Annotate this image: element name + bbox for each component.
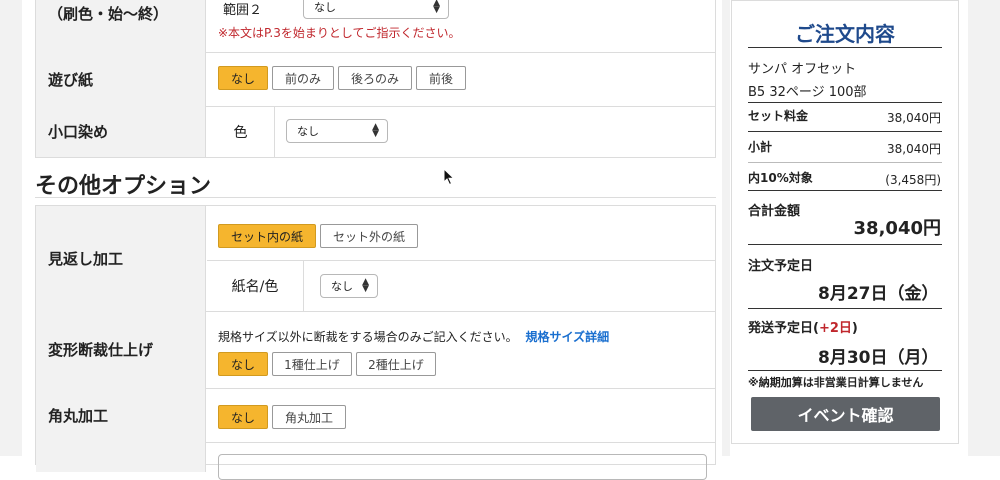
divider xyxy=(748,370,942,371)
koguchi-color-label: 色 xyxy=(233,124,248,141)
divider xyxy=(748,102,942,103)
order-date-value: 8月27日（金） xyxy=(818,284,939,304)
mikaeshi-paper-select[interactable]: なし ▲ ▼ xyxy=(320,274,378,298)
order-summary-title: ご注文内容 xyxy=(795,22,895,46)
order-date-label: 注文予定日 xyxy=(748,259,814,274)
divider xyxy=(748,162,942,163)
asobi-label: 遊び紙 xyxy=(48,70,94,89)
section-heading: その他オプション xyxy=(35,174,212,199)
henkei-label: 変形断裁仕上げ xyxy=(48,341,154,359)
next-row-partial xyxy=(36,442,715,480)
set-price-label: セット料金 xyxy=(748,109,809,123)
koguchi-color-select[interactable]: なし ▲ ▼ xyxy=(286,119,388,143)
mikaeshi-cell: セット内の紙 セット外の紙 紙名/色 なし ▲ ▼ xyxy=(207,206,715,311)
subtotal-label: 小計 xyxy=(748,140,773,154)
select-arrows-icon: ▲ ▼ xyxy=(362,277,369,294)
order-summary-panel: ご注文内容 サンパ オフセット B5 32ページ 100部 セット料金 38,0… xyxy=(731,0,959,444)
asobi-option-back[interactable]: 後ろのみ xyxy=(338,66,412,90)
asobi-row: 遊び紙 なし 前のみ 後ろのみ 前後 xyxy=(36,52,715,107)
asobi-option-both[interactable]: 前後 xyxy=(416,66,466,90)
koguchi-row: 小口染め 色 なし ▲ ▼ xyxy=(36,106,715,157)
henkei-note: 規格サイズ以外に断裁をする場合のみご記入ください。 xyxy=(218,330,518,344)
options-table-top: （刷色・始〜終） 範囲２ なし ▲ ▼ ※本文はP.3を始まりとしてご指示ください… xyxy=(35,0,716,158)
range-row: （刷色・始〜終） 範囲２ なし ▲ ▼ ※本文はP.3を始まりとしてご指示ください… xyxy=(36,0,715,53)
mikaeshi-label: 見返し加工 xyxy=(48,250,124,268)
henkei-option-2[interactable]: 2種仕上げ xyxy=(356,352,436,376)
tax-value: (3,458円) xyxy=(885,173,941,187)
mikaeshi-option-out-set[interactable]: セット外の紙 xyxy=(320,224,418,248)
henkei-option-1[interactable]: 1種仕上げ xyxy=(272,352,352,376)
select-arrows-icon: ▲ ▼ xyxy=(433,0,440,15)
divider xyxy=(748,244,942,245)
koguchi-cell: 色 なし ▲ ▼ xyxy=(207,106,715,157)
divider xyxy=(748,190,942,191)
tax-label: 内10%対象 xyxy=(748,171,813,185)
asobi-option-front[interactable]: 前のみ xyxy=(272,66,334,90)
next-row-cell xyxy=(207,442,715,480)
ship-date-label: 発送予定日(+2日) xyxy=(748,317,858,336)
ship-date-label-text: 発送予定日( xyxy=(748,321,819,336)
koguchi-color-subheader: 色 xyxy=(207,106,275,157)
ship-date-plus-days: +2日 xyxy=(818,321,852,336)
mikaeshi-options-area: セット内の紙 セット外の紙 xyxy=(207,206,715,261)
other-options-table: 見返し加工 セット内の紙 セット外の紙 紙名/色 なし ▲ ▼ 変形断裁仕上げ 規… xyxy=(35,205,716,480)
range-row-header: （刷色・始〜終） xyxy=(36,0,206,52)
set-price-value: 38,040円 xyxy=(887,111,941,125)
mikaeshi-option-in-set[interactable]: セット内の紙 xyxy=(218,224,316,248)
ship-note: ※納期加算は非営業日計算しません xyxy=(748,376,924,389)
asobi-header: 遊び紙 xyxy=(36,52,206,106)
standard-size-link[interactable]: 規格サイズ詳細 xyxy=(525,330,609,344)
kadomaru-label: 角丸加工 xyxy=(48,406,109,425)
product-name: サンパ オフセット xyxy=(748,62,857,77)
subtotal-value: 38,040円 xyxy=(887,142,941,156)
next-row-input[interactable] xyxy=(218,454,707,480)
ship-date-label-close: ) xyxy=(851,321,858,336)
kadomaru-header: 角丸加工 xyxy=(36,388,206,442)
confirm-event-button[interactable]: イベント確認 xyxy=(751,397,940,431)
kadomaru-cell: なし 角丸加工 xyxy=(207,388,715,442)
henkei-row: 変形断裁仕上げ 規格サイズ以外に断裁をする場合のみご記入ください。 規格サイズ詳… xyxy=(36,311,715,389)
kadomaru-option-on[interactable]: 角丸加工 xyxy=(272,405,346,429)
range-row-cell: 範囲２ なし ▲ ▼ ※本文はP.3を始まりとしてご指示ください。 xyxy=(207,0,715,52)
total-label: 合計金額 xyxy=(748,204,801,219)
product-spec: B5 32ページ 100部 xyxy=(748,85,867,100)
start-page-note: ※本文はP.3を始まりとしてご指示ください。 xyxy=(218,26,461,40)
asobi-cell: なし 前のみ 後ろのみ 前後 xyxy=(207,52,715,106)
column-separator xyxy=(722,0,730,456)
next-row-header xyxy=(36,442,206,472)
total-value: 38,040円 xyxy=(853,218,941,239)
mouse-cursor-icon xyxy=(443,168,455,186)
mikaeshi-paper-subheader: 紙名/色 xyxy=(207,261,304,311)
range2-label: 範囲２ xyxy=(223,3,263,18)
range2-select-value: なし xyxy=(314,1,336,14)
henkei-option-none[interactable]: なし xyxy=(218,352,268,376)
kadomaru-row: 角丸加工 なし 角丸加工 xyxy=(36,388,715,443)
left-gutter xyxy=(0,0,22,456)
divider xyxy=(748,131,942,132)
mikaeshi-paper-label: 紙名/色 xyxy=(231,279,279,295)
mikaeshi-header: 見返し加工 xyxy=(36,206,206,311)
kadomaru-option-none[interactable]: なし xyxy=(218,405,268,429)
title-divider xyxy=(748,47,942,48)
right-gutter xyxy=(968,0,1000,456)
asobi-option-none[interactable]: なし xyxy=(218,66,268,90)
range2-select[interactable]: なし ▲ ▼ xyxy=(303,0,449,19)
mikaeshi-row: 見返し加工 セット内の紙 セット外の紙 紙名/色 なし ▲ ▼ xyxy=(36,206,715,312)
select-arrows-icon: ▲ ▼ xyxy=(372,122,379,139)
koguchi-header: 小口染め xyxy=(36,106,206,157)
section-heading-underline xyxy=(35,197,716,198)
henkei-note-line: 規格サイズ以外に断裁をする場合のみご記入ください。 規格サイズ詳細 xyxy=(218,328,609,345)
henkei-header: 変形断裁仕上げ xyxy=(36,311,206,388)
koguchi-label: 小口染め xyxy=(48,123,109,141)
mikaeshi-paper-select-value: なし xyxy=(331,280,353,293)
ship-date-value: 8月30日（月） xyxy=(818,348,939,368)
range-row-label: （刷色・始〜終） xyxy=(48,5,169,23)
koguchi-color-select-value: なし xyxy=(297,125,319,138)
henkei-cell: 規格サイズ以外に断裁をする場合のみご記入ください。 規格サイズ詳細 なし 1種仕… xyxy=(207,311,715,388)
divider xyxy=(748,308,942,309)
